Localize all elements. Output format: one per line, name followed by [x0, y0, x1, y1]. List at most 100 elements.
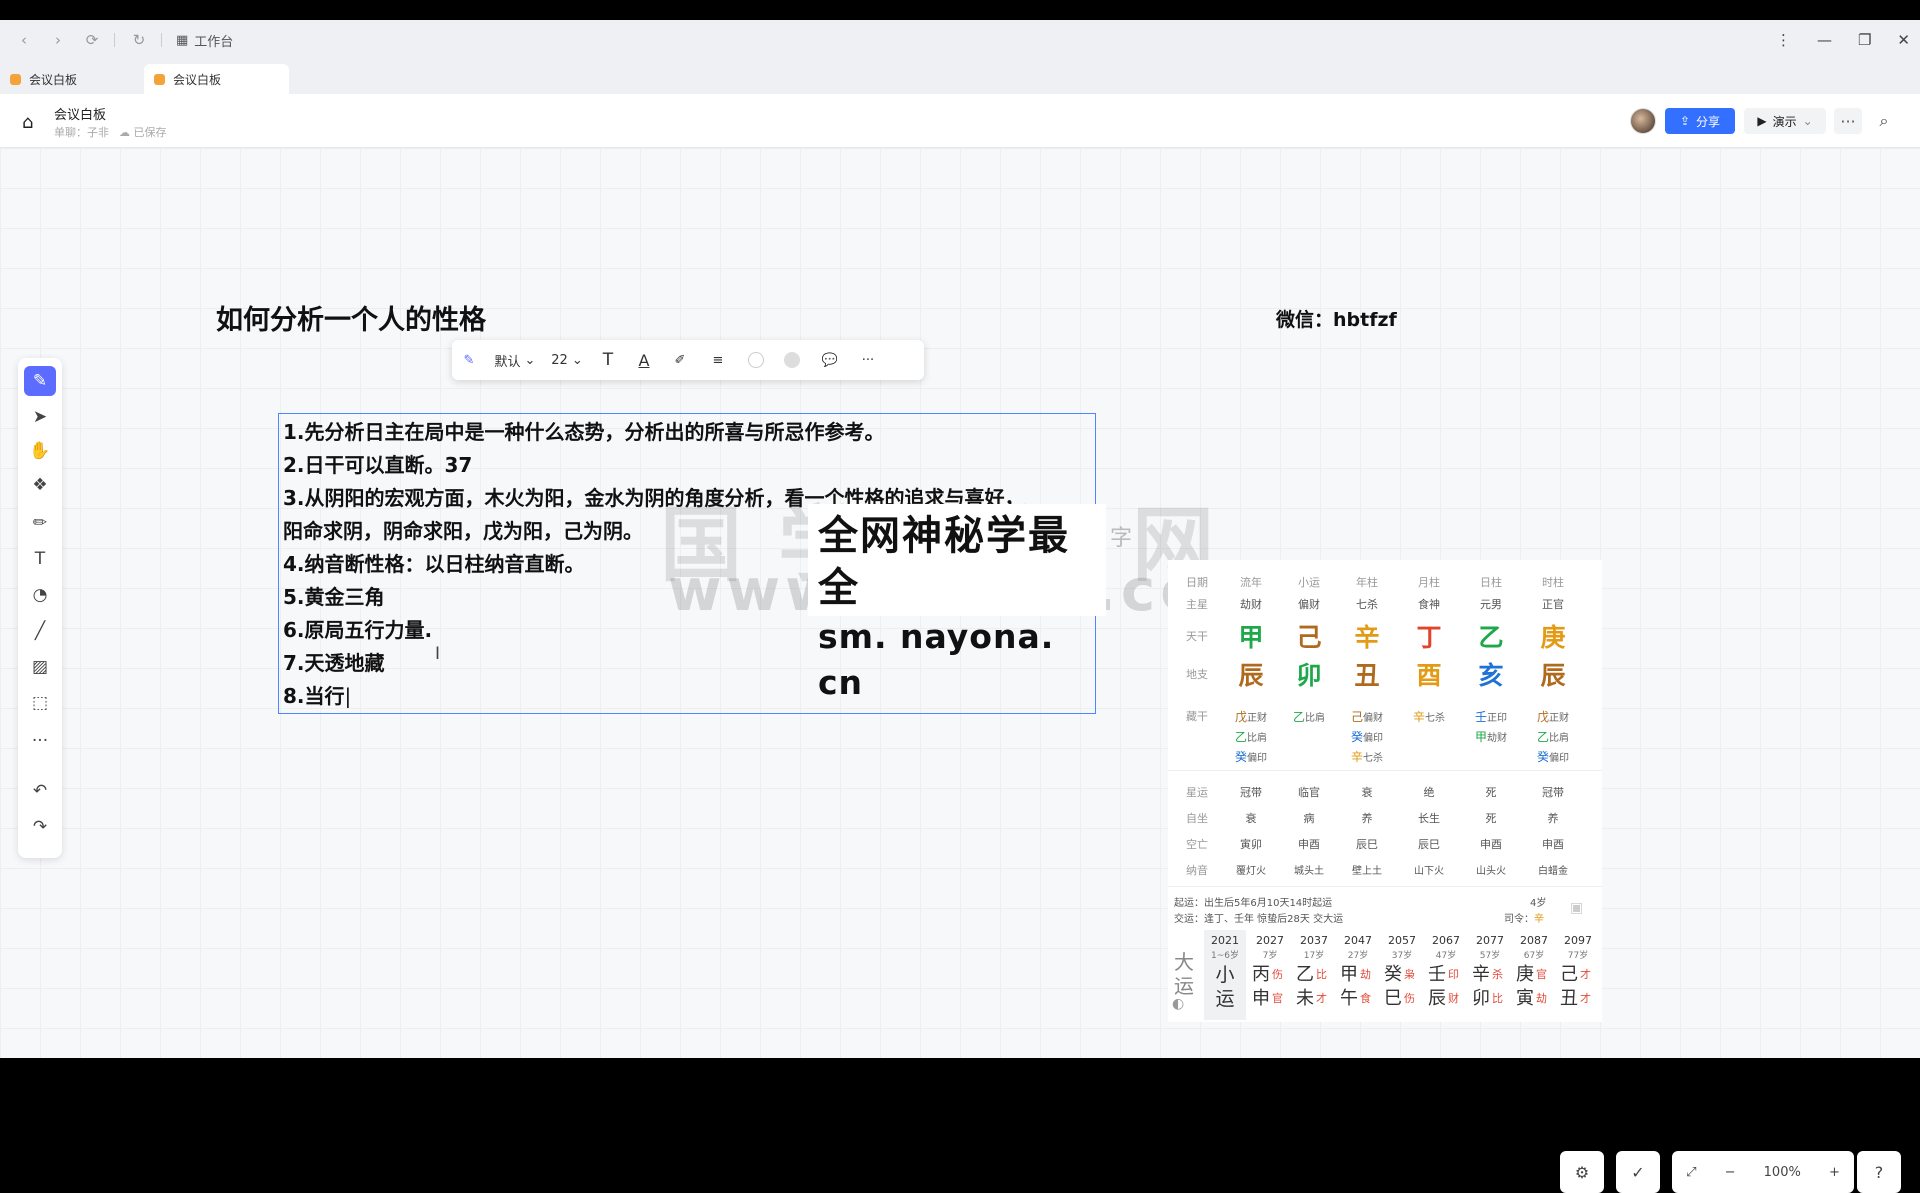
forward-icon[interactable]: › — [48, 30, 68, 50]
fullscreen-icon[interactable]: ⤢ — [1686, 1165, 1696, 1180]
frame-icon[interactable]: ⬚ — [24, 688, 56, 718]
image-icon[interactable]: ▨ — [24, 652, 56, 682]
cell-xingyun: 绝 — [1423, 786, 1435, 799]
doc-meta: 单聊：子非 ☁ 已保存 — [54, 124, 167, 140]
home-icon[interactable]: ⌂ — [22, 112, 33, 133]
divider — [114, 33, 115, 47]
qiyun-text: 起运：出生后5年6月10天14时起运 — [1174, 898, 1333, 909]
hidden-stem-char: 戊 — [1536, 710, 1549, 724]
avatar[interactable] — [1630, 108, 1656, 134]
dayun-zhi: 午 — [1340, 988, 1358, 1009]
overlay-trailing-char: 字 — [1110, 526, 1133, 551]
align-icon[interactable]: ≡ — [698, 340, 738, 380]
more-format-icon[interactable]: ··· — [850, 340, 886, 380]
dayun-gan: 丙 — [1252, 964, 1270, 985]
restore-icon[interactable]: ❐ — [1858, 31, 1871, 49]
hidden-stem-char: 甲 — [1474, 730, 1487, 744]
settings-icon[interactable]: ⚙ — [1560, 1151, 1604, 1193]
dayun-year: 2087 — [1520, 934, 1548, 947]
dayun-zhi-god: 官 — [1272, 992, 1283, 1005]
dayun-zhi: 未 — [1296, 988, 1314, 1009]
dayun-zhi-god: 财 — [1448, 992, 1459, 1005]
bazi-chart-card[interactable]: 日期 流年 小运 年柱 月柱 日柱 时柱 主星 天干 地支 劫财 偏财 七杀 食神 元男 正官甲己辛丁乙庚辰卯… — [1168, 560, 1602, 1022]
hidden-stem-char: 己 — [1350, 710, 1363, 724]
hidden-stem-god: 比肩 — [1247, 733, 1267, 744]
hidden-stem-god: 比肩 — [1305, 713, 1325, 724]
more-tools-icon[interactable]: ··· — [24, 726, 56, 756]
workbench-button[interactable]: ▦ 工作台 — [176, 31, 233, 50]
dayun-zhi-god: 食 — [1360, 992, 1371, 1005]
main-star: 元男 — [1480, 598, 1502, 611]
ai-assistant-icon[interactable]: ✎ — [24, 366, 56, 396]
search-icon[interactable]: ⌕ — [1870, 108, 1898, 134]
pen-icon[interactable]: ✏ — [24, 508, 56, 538]
row-label: 星运 — [1186, 786, 1208, 799]
font-size-select[interactable]: 22 ⌄ — [544, 340, 590, 380]
app-window: ‹ › ⟳ ↻ ▦ 工作台 ⋮ — ❐ ✕ 会议白板 会议白板 ⌂ 会议白板 单… — [0, 20, 1920, 1193]
hidden-stem-char: 辛 — [1412, 710, 1425, 724]
template-icon[interactable]: ❖ — [24, 470, 56, 500]
tab-whiteboard-2[interactable]: 会议白板 — [144, 64, 289, 94]
more-icon[interactable]: ··· — [1834, 108, 1862, 134]
share-button[interactable]: ⇪ 分享 — [1665, 108, 1735, 134]
undo-icon[interactable]: ↶ — [24, 776, 56, 806]
border-icon[interactable] — [738, 340, 774, 380]
menu-dots-icon[interactable]: ⋮ — [1776, 31, 1791, 49]
dayun-year: 2047 — [1344, 934, 1372, 947]
ai-format-icon[interactable]: ✎ — [452, 340, 486, 380]
whiteboard-canvas[interactable]: ✎ ➤ ✋ ❖ ✏ T ◔ ╱ ▨ ⬚ ··· ↶ ↷ 如何分析一个人的性格 微… — [0, 148, 1920, 1193]
overlay-line1: 全网神秘学最全 — [818, 513, 1070, 611]
dayun-year: 2037 — [1300, 934, 1328, 947]
chevron-down-icon[interactable]: ⌄ — [1803, 114, 1813, 128]
saved-label: 已保存 — [133, 126, 167, 139]
present-button[interactable]: ▶ 演示 ⌄ — [1744, 108, 1826, 134]
shape-icon[interactable]: ◔ — [24, 580, 56, 610]
fill-icon[interactable] — [774, 340, 810, 380]
tab-bar: 会议白板 会议白板 — [0, 60, 1920, 94]
hidden-stem: 乙比肩 — [1284, 708, 1334, 725]
hidden-stem: 癸偏印 — [1528, 748, 1578, 765]
board-heading[interactable]: 如何分析一个人的性格 — [216, 298, 486, 337]
dayun-zhi-god: 比 — [1492, 992, 1503, 1005]
back-icon[interactable]: ‹ — [14, 30, 34, 50]
highlight-icon[interactable]: ✐ — [662, 340, 698, 380]
heavenly-stem: 甲 — [1238, 623, 1264, 652]
check-palette-icon[interactable]: ✓ — [1616, 1151, 1660, 1193]
main-star: 劫财 — [1240, 598, 1262, 611]
refresh-icon[interactable]: ⟳ — [82, 30, 102, 50]
history-icon[interactable]: ↻ — [129, 30, 149, 50]
heavenly-stem: 丁 — [1416, 623, 1442, 652]
cell-zizuo: 衰 — [1245, 812, 1257, 825]
zoom-out-icon[interactable]: − — [1725, 1165, 1736, 1180]
note-line-text: 8.当行 — [283, 684, 345, 708]
font-select[interactable]: 默认 ⌄ — [486, 340, 544, 380]
tab-whiteboard-1[interactable]: 会议白板 — [0, 64, 140, 94]
zoom-level[interactable]: 100% — [1764, 1165, 1801, 1180]
cell-kongwang: 辰巳 — [1356, 838, 1378, 851]
bottom-black-bar — [0, 1058, 1920, 1080]
text-tool-icon[interactable]: T — [24, 544, 56, 574]
hidden-stem: 癸偏印 — [1342, 728, 1392, 745]
jiaoyun-text: 交运：逢丁、壬年 惊蛰后28天 交大运 — [1174, 914, 1344, 925]
hand-pan-icon[interactable]: ✋ — [24, 436, 56, 466]
hidden-stem-char: 壬 — [1474, 710, 1487, 724]
cell-xingyun: 冠带 — [1240, 786, 1262, 799]
redo-icon[interactable]: ↷ — [24, 812, 56, 842]
text-style-icon[interactable]: T — [590, 340, 626, 380]
close-icon[interactable]: ✕ — [1897, 31, 1910, 49]
help-icon[interactable]: ? — [1857, 1151, 1901, 1193]
pillar-header: 时柱 — [1542, 576, 1564, 589]
doc-title[interactable]: 会议白板 — [54, 104, 106, 123]
xiaoyun-char: 小 — [1215, 964, 1235, 986]
line-icon[interactable]: ╱ — [24, 616, 56, 646]
share-label: 分享 — [1696, 114, 1721, 129]
select-cursor-icon[interactable]: ➤ — [24, 402, 56, 432]
wechat-text[interactable]: 微信：hbtfzf — [1276, 305, 1397, 332]
text-color-icon[interactable]: A — [626, 340, 662, 380]
dayun-zhi: 卯 — [1472, 988, 1490, 1009]
zoom-in-icon[interactable]: + — [1829, 1165, 1840, 1180]
cell-xingyun: 死 — [1485, 786, 1497, 799]
heavenly-stem: 辛 — [1354, 623, 1380, 652]
minimize-icon[interactable]: — — [1817, 31, 1832, 49]
comment-icon[interactable]: 💬 — [810, 340, 850, 380]
